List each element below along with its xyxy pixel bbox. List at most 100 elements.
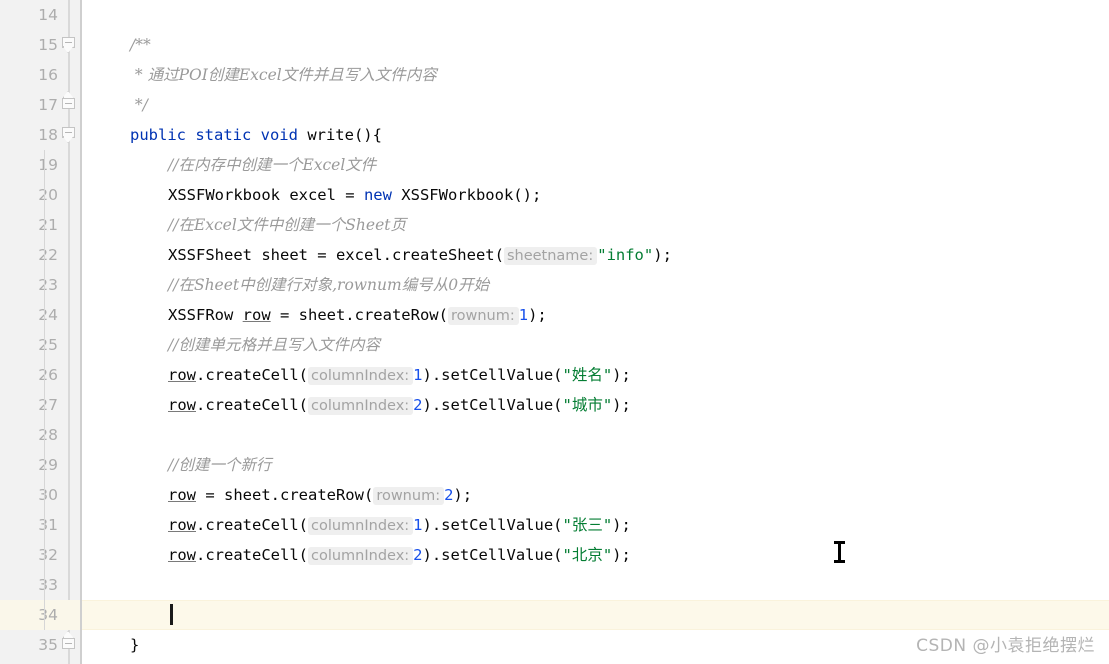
token-underlined: row (168, 486, 196, 504)
token-comment: */ (130, 96, 148, 114)
token-number: 2 (413, 396, 423, 414)
code-line[interactable] (82, 600, 1109, 630)
token-plain: ); (653, 246, 672, 264)
token-plain: } (130, 636, 140, 654)
token-keyword: new (363, 186, 402, 204)
line-number: 24 (38, 306, 58, 324)
code-line[interactable]: */ (82, 90, 1109, 120)
token-plain: .createCell( (196, 396, 308, 414)
token-plain: XSSFSheet sheet = excel.createSheet( (168, 246, 504, 264)
code-line[interactable]: XSSFRow row = sheet.createRow(rownum: 1); (82, 300, 1109, 330)
line-number: 22 (38, 246, 58, 264)
code-content[interactable]: /** * 通过POI创建Excel文件并且写入文件内容 */ public st… (82, 0, 1109, 664)
token-string: "张三" (562, 516, 613, 534)
code-line[interactable]: public static void write(){ (82, 120, 1109, 150)
fold-marker-up-icon[interactable] (62, 631, 75, 654)
token-comment: * 通过POI创建Excel文件并且写入文件内容 (130, 66, 437, 84)
token-comment: //在内存中创建一个Excel文件 (168, 156, 377, 174)
token-plain: ); (528, 306, 547, 324)
token-number: 1 (518, 306, 529, 324)
code-line[interactable]: //创建一个新行 (82, 450, 1109, 480)
code-line[interactable]: //在Excel文件中创建一个Sheet页 (82, 210, 1109, 240)
code-line[interactable] (82, 570, 1109, 600)
fold-marker-down-icon[interactable] (62, 37, 75, 54)
token-comment: //创建单元格并且写入文件内容 (168, 336, 380, 354)
token-plain: ); (612, 516, 631, 534)
token-comment: //在Excel文件中创建一个Sheet页 (168, 216, 406, 234)
token-plain: ).setCellValue( (422, 366, 563, 384)
watermark-label: CSDN @小袁拒绝摆烂 (916, 636, 1095, 656)
token-underlined: row (242, 306, 271, 324)
line-number: 27 (38, 396, 58, 414)
token-plain: ); (453, 486, 473, 504)
code-line[interactable]: * 通过POI创建Excel文件并且写入文件内容 (82, 60, 1109, 90)
line-number: 31 (38, 516, 58, 534)
line-number: 16 (38, 66, 58, 84)
line-number: 28 (38, 426, 58, 444)
token-underlined: row (168, 366, 196, 384)
fold-marker-down-icon[interactable] (62, 127, 75, 144)
line-number: 20 (38, 186, 58, 204)
code-line[interactable] (82, 0, 1109, 30)
code-line[interactable]: row.createCell(columnIndex: 1).setCellVal… (82, 360, 1109, 390)
code-line[interactable]: row.createCell(columnIndex: 2).setCellVal… (82, 390, 1109, 420)
text-ibeam-cursor-icon (834, 541, 845, 563)
token-string: "城市" (562, 396, 613, 414)
token-hint: sheetname: (503, 247, 598, 265)
line-number: 33 (38, 576, 58, 594)
token-plain: ).setCellValue( (422, 516, 563, 534)
line-number: 14 (38, 6, 58, 24)
line-number: 21 (38, 216, 58, 234)
line-number: 19 (38, 156, 58, 174)
code-line[interactable]: XSSFSheet sheet = excel.createSheet(shee… (82, 240, 1109, 270)
line-number: 23 (38, 276, 58, 294)
token-hint: columnIndex: (307, 397, 414, 415)
token-hint: rownum: (447, 307, 519, 325)
token-plain: = sheet.createRow( (270, 306, 448, 324)
token-hint: rownum: (373, 487, 445, 505)
token-number: 1 (413, 366, 423, 384)
token-underlined: row (168, 546, 196, 564)
indent-guide (44, 150, 45, 630)
token-plain: .createCell( (196, 516, 308, 534)
token-plain: ); (612, 366, 631, 384)
code-editor[interactable]: 14 15 16 17 18 19 20 21 22 23 24 25 26 27 28 29 30 31 32 33… (0, 0, 1109, 664)
token-underlined: row (168, 516, 196, 534)
token-plain: ).setCellValue( (422, 546, 563, 564)
token-hint: columnIndex: (307, 547, 414, 565)
token-plain: .createCell( (196, 366, 308, 384)
line-number: 26 (38, 366, 58, 384)
token-plain: XSSFRow (168, 306, 243, 324)
token-plain: ); (612, 396, 631, 414)
line-number: 30 (38, 486, 58, 504)
token-plain: ); (612, 546, 631, 564)
token-string: "北京" (562, 546, 613, 564)
line-number: 29 (38, 456, 58, 474)
line-number: 15 (38, 36, 58, 54)
token-plain: XSSFWorkbook excel = (168, 186, 364, 204)
token-comment: /** (130, 36, 151, 54)
code-line[interactable]: /** (82, 30, 1109, 60)
line-number: 32 (38, 546, 58, 564)
code-line[interactable] (82, 420, 1109, 450)
code-line[interactable]: row.createCell(columnIndex: 1).setCellVal… (82, 510, 1109, 540)
line-number: 35 (38, 636, 58, 654)
code-line[interactable]: //创建单元格并且写入文件内容 (82, 330, 1109, 360)
line-number: 25 (38, 336, 58, 354)
token-string: "info" (597, 246, 654, 264)
line-number: 34 (38, 606, 58, 624)
token-plain: write(){ (307, 126, 382, 144)
line-number: 18 (38, 126, 58, 144)
token-string: "姓名" (562, 366, 613, 384)
code-line[interactable]: row.createCell(columnIndex: 2).setCellVal… (82, 540, 1109, 570)
code-line[interactable]: row = sheet.createRow(rownum: 2); (82, 480, 1109, 510)
code-line[interactable]: //在内存中创建一个Excel文件 (82, 150, 1109, 180)
fold-marker-up-icon[interactable] (62, 91, 75, 114)
code-line[interactable]: //在Sheet中创建行对象,rownum编号从0开始 (82, 270, 1109, 300)
line-number: 17 (38, 96, 58, 114)
token-plain: .createCell( (196, 546, 308, 564)
token-keyword: public static void (130, 126, 308, 144)
code-line[interactable]: XSSFWorkbook excel = new XSSFWorkbook(); (82, 180, 1109, 210)
token-comment: //创建一个新行 (168, 456, 272, 474)
token-number: 1 (413, 516, 423, 534)
